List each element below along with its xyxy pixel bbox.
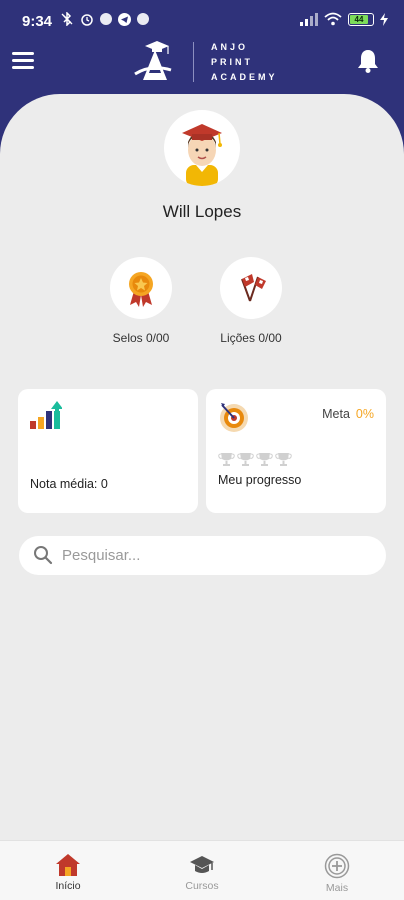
wifi-icon [324,12,342,26]
stat-licoes-label: Lições 0/00 [220,331,282,345]
goal-meta: Meta 0% [322,407,374,421]
logo-line-1: ANJO [211,42,249,52]
stat-selos[interactable]: Selos 0/00 [81,257,201,345]
status-bar: 9:34 44 [0,0,404,40]
nav-label-cursos: Cursos [185,880,219,892]
signal-icon [300,12,318,26]
menu-icon-bar [12,52,34,55]
charging-icon [380,12,388,26]
average-grade-label: Nota média: 0 [30,477,108,491]
app-notification-icon-2 [137,13,149,25]
main-content: Will Lopes Selos 0/00 Lições 0/00 Nota m… [0,94,404,840]
telegram-icon [118,12,131,26]
logo-divider [193,42,194,82]
search-bar[interactable] [19,536,386,575]
status-time: 9:34 [22,13,53,30]
graduate-avatar-icon [182,124,222,186]
bottom-nav: Início Cursos Mais [0,840,404,900]
bar-chart-icon [30,401,62,429]
stat-licoes[interactable]: Lições 0/00 [191,257,311,345]
trophy-icon [218,453,235,466]
logo-line-3: ACADEMY [211,72,278,82]
nav-label-inicio: Início [55,880,81,892]
app-header: ANJO PRINT ACADEMY [0,40,404,96]
nav-item-inicio[interactable]: Início [28,853,108,892]
trophy-icon [256,453,273,466]
stat-licoes-circle [220,257,282,319]
status-system-icons: 44 [300,12,388,26]
logo-line-2: PRINT [211,57,253,67]
nav-item-mais[interactable]: Mais [297,853,377,894]
medal-icon [129,272,153,307]
avatar[interactable] [164,110,240,186]
progress-card[interactable]: Meta 0% Meu progresso [206,389,386,513]
nav-label-mais: Mais [325,882,349,894]
graduation-cap-icon [190,856,214,873]
goal-meta-label: Meta [322,407,350,421]
status-notification-icons [60,12,149,26]
progress-label: Meu progresso [218,473,302,487]
search-icon [34,546,53,565]
app-notification-icon [100,13,112,25]
target-icon [220,403,248,432]
battery-level: 44 [350,14,368,24]
battery-icon: 44 [348,12,374,26]
flags-icon [241,274,266,302]
stat-selos-circle [110,257,172,319]
search-input[interactable] [62,543,362,567]
average-grade-card[interactable]: Nota média: 0 [18,389,198,513]
goal-meta-value: 0% [355,407,374,421]
stat-selos-label: Selos 0/00 [112,331,170,345]
home-icon [56,854,80,876]
trophy-row [218,452,292,467]
user-name: Will Lopes [162,202,242,221]
nav-item-cursos[interactable]: Cursos [162,853,242,892]
menu-button[interactable] [12,52,34,72]
alarm-icon [81,14,93,26]
trophy-icon [237,453,254,466]
bluetooth-off-icon [61,12,73,26]
logo-wordmark: ANJO PRINT ACADEMY [211,40,278,85]
menu-icon-bar [12,59,34,62]
plus-circle-icon [324,853,350,879]
menu-icon-bar [12,66,34,69]
notification-bell-icon[interactable] [356,48,380,74]
trophy-icon [275,453,292,466]
